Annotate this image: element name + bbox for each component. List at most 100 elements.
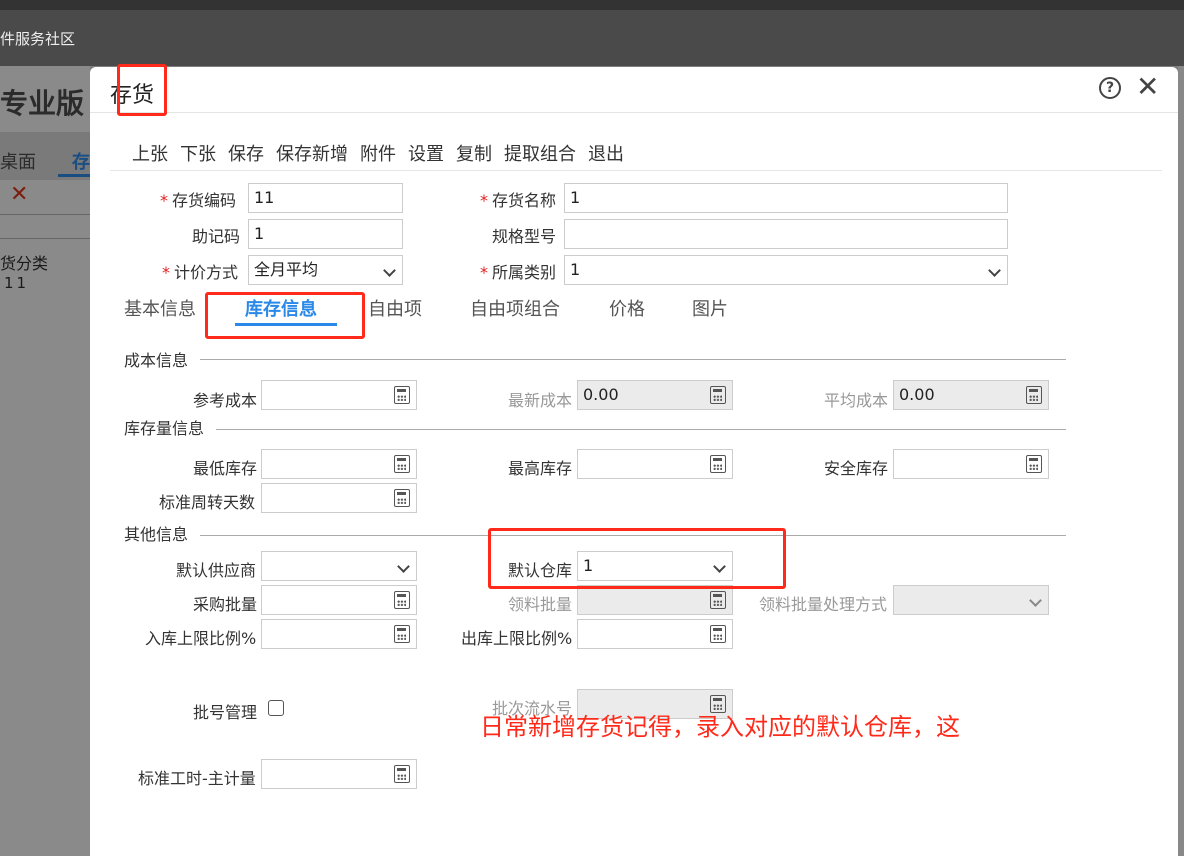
calculator-icon[interactable] <box>710 625 726 643</box>
pricing-label: * 计价方式 <box>162 263 239 282</box>
divider <box>0 238 90 239</box>
pick-batch-label: 领料批量 <box>508 595 573 614</box>
name-input[interactable]: 1 <box>564 183 1008 213</box>
calculator-icon[interactable] <box>710 455 726 473</box>
tab-free-items[interactable]: 自由项 <box>368 295 422 321</box>
background-right-edge <box>1178 66 1184 856</box>
latest-cost-label: 最新成本 <box>508 391 573 410</box>
section-divider <box>200 359 1066 360</box>
tab-desktop[interactable]: 桌面 <box>0 148 36 174</box>
attachment-button[interactable]: 附件 <box>360 141 408 170</box>
divider <box>0 214 90 215</box>
calculator-icon[interactable] <box>394 765 410 783</box>
extract-combo-button[interactable]: 提取组合 <box>504 141 588 170</box>
copy-button[interactable]: 复制 <box>456 141 504 170</box>
safety-stock-input[interactable] <box>893 449 1049 479</box>
save-new-button[interactable]: 保存新增 <box>276 141 360 170</box>
close-icon[interactable]: ✕ <box>1136 71 1159 103</box>
in-limit-label: 入库上限比例% <box>145 629 257 648</box>
settings-button[interactable]: 设置 <box>408 141 456 170</box>
section-cost: 成本信息 <box>124 351 189 370</box>
annotation-note: 日常新增存货记得，录入对应的默认仓库，这 <box>480 713 960 741</box>
exit-button[interactable]: 退出 <box>588 141 636 170</box>
spec-label: 规格型号 <box>492 227 557 246</box>
toolbar: 上张 下张 保存 保存新增 附件 设置 复制 提取组合 退出 <box>110 141 1162 171</box>
calculator-icon[interactable] <box>394 591 410 609</box>
brand-title: 专业版 <box>0 87 85 120</box>
lot-mgmt-checkbox[interactable] <box>268 700 284 716</box>
max-stock-label: 最高库存 <box>508 459 573 478</box>
purchase-batch-input[interactable] <box>261 585 417 615</box>
calculator-icon[interactable] <box>394 386 410 404</box>
pricing-select[interactable]: 全月平均 <box>248 255 403 285</box>
tab-current[interactable]: 存 <box>72 148 90 174</box>
chevron-down-icon <box>397 560 410 573</box>
prev-record-button[interactable]: 上张 <box>110 141 180 170</box>
dialog-header: 存货 ? ✕ <box>90 67 1178 113</box>
std-hours-label: 标准工时-主计量 <box>138 769 256 788</box>
ref-cost-input[interactable] <box>261 380 417 410</box>
annotation-box-warehouse <box>488 528 786 589</box>
window-top-strip <box>0 0 1184 10</box>
category-heading: 货分类 <box>0 254 49 273</box>
annotation-box-title <box>117 64 167 116</box>
purchase-batch-label: 采购批量 <box>193 595 258 614</box>
avg-cost-label: 平均成本 <box>824 391 889 410</box>
tab-underline <box>58 174 90 177</box>
section-divider <box>216 429 1066 430</box>
in-limit-input[interactable] <box>261 619 417 649</box>
chevron-down-icon <box>1029 594 1042 607</box>
avg-cost-input: 0.00 <box>893 380 1049 410</box>
supplier-select[interactable] <box>261 551 417 581</box>
category-value: 1 <box>570 260 581 279</box>
category-label: * 所属类别 <box>480 263 557 282</box>
app-header: 件服务社区 <box>0 10 1184 66</box>
pick-batch-mode-label: 领料批量处理方式 <box>759 595 888 614</box>
max-stock-input[interactable] <box>577 449 733 479</box>
out-limit-label: 出库上限比例% <box>461 629 573 648</box>
latest-cost-input: 0.00 <box>577 380 733 410</box>
calculator-icon <box>710 591 726 609</box>
calculator-icon[interactable] <box>394 455 410 473</box>
min-stock-label: 最低库存 <box>193 459 258 478</box>
code-input[interactable]: 11 <box>248 183 403 213</box>
code-label: * 存货编码 <box>160 191 237 210</box>
mnemonic-label: 助记码 <box>192 227 241 246</box>
calculator-icon <box>710 386 726 404</box>
category-select[interactable]: 1 <box>564 255 1008 285</box>
section-other: 其他信息 <box>124 525 189 544</box>
background-left-panel: 专业版 桌面 存 ✕ 货分类 11 <box>0 66 90 856</box>
delete-icon[interactable]: ✕ <box>10 182 28 207</box>
out-limit-input[interactable] <box>577 619 733 649</box>
category-item[interactable]: 11 <box>4 274 29 292</box>
turnover-days-input[interactable] <box>261 483 417 513</box>
calculator-icon[interactable] <box>394 489 410 507</box>
turnover-days-label: 标准周转天数 <box>159 493 256 512</box>
pricing-value: 全月平均 <box>254 260 319 279</box>
next-record-button[interactable]: 下张 <box>180 141 228 170</box>
tab-basic-info[interactable]: 基本信息 <box>124 295 196 321</box>
section-stock-qty: 库存量信息 <box>124 419 205 438</box>
save-button[interactable]: 保存 <box>228 141 276 170</box>
tab-images[interactable]: 图片 <box>692 295 728 321</box>
inventory-dialog: 存货 ? ✕ 上张 下张 保存 保存新增 附件 设置 复制 提取组合 退出 * 存… <box>90 67 1178 856</box>
calculator-icon <box>1026 386 1042 404</box>
spec-input[interactable] <box>564 219 1008 249</box>
annotation-box-tab <box>205 292 365 339</box>
ref-cost-label: 参考成本 <box>193 391 258 410</box>
tab-price[interactable]: 价格 <box>609 295 645 321</box>
min-stock-input[interactable] <box>261 449 417 479</box>
chevron-down-icon <box>383 264 396 277</box>
chevron-down-icon <box>988 264 1001 277</box>
pick-batch-mode-select <box>893 585 1049 615</box>
std-hours-input[interactable] <box>261 759 417 789</box>
supplier-label: 默认供应商 <box>176 561 257 580</box>
tab-free-item-combo[interactable]: 自由项组合 <box>470 295 560 321</box>
help-icon[interactable]: ? <box>1099 77 1121 99</box>
site-title: 件服务社区 <box>0 30 76 48</box>
safety-stock-label: 安全库存 <box>824 459 889 478</box>
mnemonic-input[interactable]: 1 <box>248 219 403 249</box>
calculator-icon[interactable] <box>1026 455 1042 473</box>
calculator-icon[interactable] <box>394 625 410 643</box>
pick-batch-input <box>577 585 733 615</box>
